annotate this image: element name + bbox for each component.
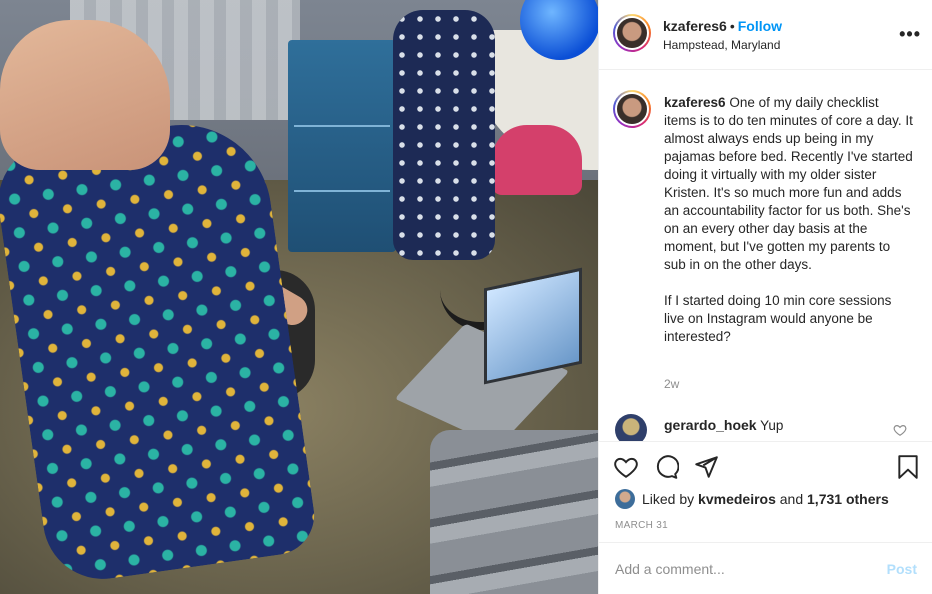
caption-avatar[interactable] xyxy=(613,90,651,128)
caption: kzaferes6 One of my daily checklist item… xyxy=(664,94,914,346)
location-link[interactable]: Hampstead, Maryland xyxy=(663,38,780,52)
comment-avatar[interactable] xyxy=(615,414,647,441)
avatar[interactable] xyxy=(613,14,651,52)
likes-connector: and xyxy=(779,491,804,507)
photo-jacket xyxy=(393,10,495,260)
photo-person-feet xyxy=(0,20,170,170)
comments-section[interactable]: kzaferes6 One of my daily checklist item… xyxy=(599,71,932,441)
caption-username[interactable]: kzaferes6 xyxy=(664,95,726,110)
header-user-line: kzaferes6 • Follow xyxy=(663,18,782,34)
likes-prefix: Liked by xyxy=(642,491,695,507)
post-side-panel: kzaferes6 • Follow Hampstead, Maryland •••… xyxy=(598,0,932,594)
more-horizontal-icon[interactable]: ••• xyxy=(899,25,921,43)
comment-text: Yup xyxy=(760,418,784,433)
likes-first-user[interactable]: kvmedeiros xyxy=(698,491,776,507)
comment-like-heart-icon[interactable] xyxy=(893,423,907,437)
heart-icon[interactable] xyxy=(613,454,639,480)
bookmark-icon[interactable] xyxy=(895,454,921,480)
photo-chair xyxy=(492,125,582,195)
comment-username[interactable]: gerardo_hoek xyxy=(664,417,757,433)
comment-input[interactable] xyxy=(615,557,865,581)
username-link[interactable]: kzaferes6 xyxy=(663,18,727,34)
post-header: kzaferes6 • Follow Hampstead, Maryland ••• xyxy=(599,0,932,70)
comment-icon[interactable] xyxy=(653,454,679,480)
comment-item: gerardo_hoek Yup xyxy=(664,417,783,433)
add-comment-bar: Post xyxy=(599,542,932,594)
post-photo[interactable] xyxy=(0,0,598,594)
likes-summary: Liked by kvmedeiros and 1,731 others xyxy=(615,489,889,509)
photo-drawers xyxy=(288,40,396,252)
separator-dot: • xyxy=(729,18,735,34)
photo-shoes xyxy=(430,430,598,594)
send-icon[interactable] xyxy=(693,454,719,480)
likes-others[interactable]: 1,731 others xyxy=(807,491,889,507)
actions-section: Liked by kvmedeiros and 1,731 others MAR… xyxy=(599,441,932,593)
post-date[interactable]: MARCH 31 xyxy=(615,520,668,531)
post-button[interactable]: Post xyxy=(887,561,917,577)
caption-time-ago[interactable]: 2w xyxy=(664,377,679,391)
likes-avatar[interactable] xyxy=(615,489,635,509)
caption-text: One of my daily checklist items is to do… xyxy=(664,95,913,344)
follow-button[interactable]: Follow xyxy=(738,18,782,34)
